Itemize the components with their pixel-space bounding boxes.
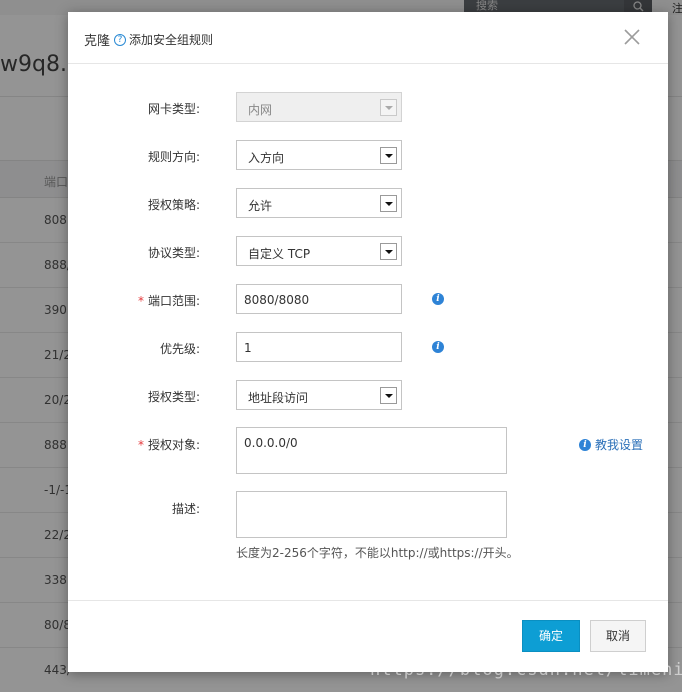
help-icon[interactable]: ? (114, 33, 127, 46)
direction-label: 规则方向: (147, 150, 200, 164)
description-label: 描述: (171, 502, 200, 516)
watermark: https://blog.csdn.net/limenin (370, 660, 682, 680)
help-setup-link[interactable]: i 教我设置 (579, 436, 643, 453)
auth-object-label-text: 授权对象: (147, 438, 200, 452)
close-button[interactable] (621, 26, 643, 48)
auth-object-value: 0.0.0.0/0 (244, 436, 298, 450)
dialog-title-prefix: 克隆 (84, 34, 111, 49)
required-mark: * (137, 438, 144, 452)
auth-type-select[interactable]: 地址段访问 (236, 380, 402, 410)
nic-type-value: 内网 (248, 103, 273, 117)
description-textarea[interactable] (236, 491, 507, 538)
port-range-value: 8080/8080 (244, 293, 310, 307)
direction-select[interactable]: 入方向 (236, 140, 402, 170)
auth-type-label: 授权类型: (147, 390, 200, 404)
priority-value: 1 (244, 341, 252, 355)
close-icon (624, 29, 640, 45)
protocol-value: 自定义 TCP (248, 247, 311, 261)
nic-type-label: 网卡类型: (147, 102, 200, 116)
dialog-header: 克隆 ? 添加安全组规则 (68, 12, 668, 64)
chevron-down-icon[interactable] (380, 195, 397, 212)
add-security-rule-dialog: 克隆 ? 添加安全组规则 网卡类型: 内网 规则方向: 入方向 授权策略: 允许… (68, 12, 668, 672)
auth-object-textarea[interactable]: 0.0.0.0/0 (236, 427, 507, 474)
port-range-label: * 端口范围: (68, 292, 200, 309)
policy-label: 授权策略: (147, 198, 200, 212)
info-icon[interactable]: i (432, 341, 444, 353)
priority-label: 优先级: (159, 342, 200, 356)
info-icon[interactable]: i (432, 293, 444, 305)
policy-value: 允许 (248, 199, 273, 213)
direction-value: 入方向 (248, 151, 285, 165)
cancel-button[interactable]: 取消 (590, 620, 646, 652)
auth-object-label: * 授权对象: (68, 436, 200, 453)
help-setup-text: 教我设置 (595, 438, 644, 452)
dialog-footer-divider (68, 600, 668, 601)
port-range-input[interactable]: 8080/8080 (236, 284, 402, 314)
required-mark: * (137, 294, 144, 308)
protocol-select[interactable]: 自定义 TCP (236, 236, 402, 266)
dialog-title-text: 添加安全组规则 (129, 33, 214, 47)
chevron-down-icon[interactable] (380, 147, 397, 164)
protocol-label: 协议类型: (147, 246, 200, 260)
dialog-title: 克隆 ? 添加安全组规则 (84, 30, 213, 49)
confirm-button[interactable]: 确定 (522, 620, 580, 652)
description-hint: 长度为2-256个字符，不能以http://或https://开头。 (236, 546, 519, 560)
chevron-down-icon (380, 99, 397, 116)
chevron-down-icon[interactable] (380, 243, 397, 260)
port-range-label-text: 端口范围: (147, 294, 200, 308)
chevron-down-icon[interactable] (380, 387, 397, 404)
policy-select[interactable]: 允许 (236, 188, 402, 218)
auth-type-value: 地址段访问 (248, 391, 309, 405)
info-icon: i (579, 438, 591, 451)
nic-type-select: 内网 (236, 92, 402, 122)
priority-input[interactable]: 1 (236, 332, 402, 362)
